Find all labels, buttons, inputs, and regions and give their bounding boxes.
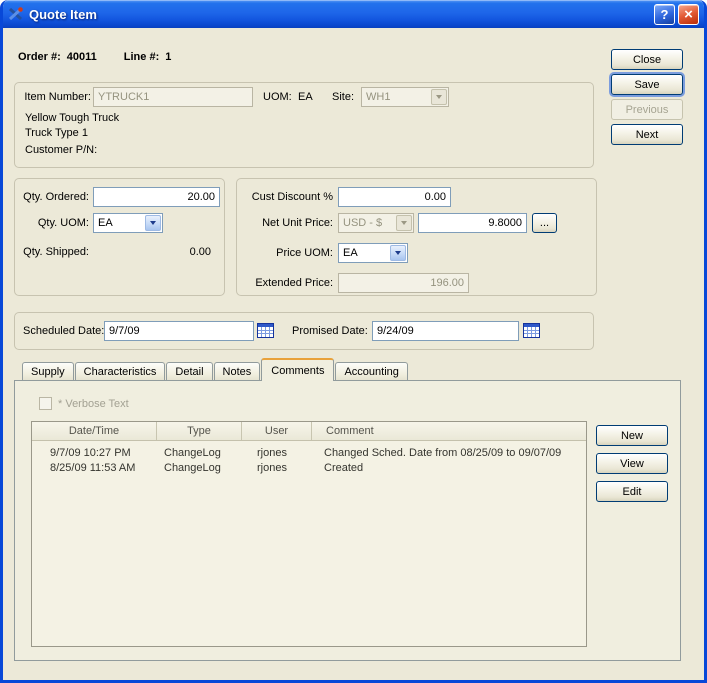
column-header-user[interactable]: User <box>242 422 312 440</box>
comment-text: Changed Sched. Date from 08/25/09 to 09/… <box>312 447 586 459</box>
tab-detail[interactable]: Detail <box>166 362 212 381</box>
close-button[interactable]: Close <box>611 49 683 70</box>
tab-notes[interactable]: Notes <box>214 362 261 381</box>
promised-date-input[interactable] <box>372 321 519 341</box>
tab-bar: Supply Characteristics Detail Notes Comm… <box>22 358 409 381</box>
item-number-field: YTRUCK1 <box>93 87 253 107</box>
qty-shipped-value: 0.00 <box>93 245 211 259</box>
currency-combo: USD - $ <box>338 213 414 233</box>
pricing-group: Cust Discount % Net Unit Price: USD - $ … <box>236 178 597 296</box>
column-header-datetime[interactable]: Date/Time <box>32 422 157 440</box>
dialog-content: Order #: 40011 Line #: 1 Close Save Prev… <box>3 28 704 680</box>
item-description-line2: Truck Type 1 <box>25 126 88 140</box>
quantity-group: Qty. Ordered: Qty. UOM: EA Qty. Shipped:… <box>14 178 225 296</box>
close-window-button[interactable]: × <box>678 4 699 25</box>
edit-comment-button[interactable]: Edit <box>596 481 668 502</box>
save-button[interactable]: Save <box>611 74 683 95</box>
promised-date-calendar-icon[interactable] <box>523 322 541 340</box>
comment-type: ChangeLog <box>157 447 242 459</box>
site-combo-arrow <box>431 89 447 105</box>
line-number-value: 1 <box>165 51 171 63</box>
dates-group: Scheduled Date: Promised Date: <box>14 312 594 350</box>
help-button[interactable]: ? <box>654 4 675 25</box>
scheduled-date-calendar-icon[interactable] <box>257 322 275 340</box>
price-list-button[interactable]: ... <box>532 213 557 233</box>
verbose-text-label: * Verbose Text <box>58 397 129 411</box>
scheduled-date-input[interactable] <box>104 321 254 341</box>
scheduled-date-label: Scheduled Date: <box>23 324 104 338</box>
extended-price-field: 196.00 <box>338 273 469 293</box>
order-number-label: Order #: <box>18 51 61 63</box>
tab-comments[interactable]: Comments <box>261 358 334 381</box>
extended-price-label: Extended Price: <box>241 276 333 290</box>
uom-label: UOM: <box>263 90 292 104</box>
line-number-label: Line #: <box>124 51 159 63</box>
column-header-type[interactable]: Type <box>157 422 242 440</box>
order-line-header: Order #: 40011 Line #: 1 <box>18 51 171 63</box>
qty-shipped-label: Qty. Shipped: <box>17 245 89 259</box>
uom-value: EA <box>298 90 313 104</box>
nav-button-stack: Close Save Previous Next <box>611 49 683 145</box>
comments-list-header: Date/Time Type User Comment <box>32 422 586 441</box>
tab-accounting[interactable]: Accounting <box>335 362 407 381</box>
window-title: Quote Item <box>29 7 651 22</box>
cust-discount-label: Cust Discount % <box>241 190 333 204</box>
comments-list[interactable]: Date/Time Type User Comment 9/7/09 10:27… <box>31 421 587 647</box>
comment-datetime: 9/7/09 10:27 PM <box>32 447 157 459</box>
comments-tab-panel: * Verbose Text Date/Time Type User Comme… <box>14 380 681 661</box>
price-uom-combo-arrow[interactable] <box>390 245 406 261</box>
site-label: Site: <box>332 90 354 104</box>
app-icon <box>8 6 24 22</box>
verbose-text-checkbox <box>39 397 52 410</box>
comment-user: rjones <box>242 447 312 459</box>
previous-button: Previous <box>611 99 683 120</box>
item-description-line1: Yellow Tough Truck <box>25 111 119 125</box>
price-uom-combo[interactable]: EA <box>338 243 408 263</box>
net-unit-price-label: Net Unit Price: <box>241 216 333 230</box>
view-comment-button[interactable]: View <box>596 453 668 474</box>
net-unit-price-input[interactable] <box>418 213 527 233</box>
comment-text: Created <box>312 462 586 474</box>
comment-row[interactable]: 8/25/09 11:53 AM ChangeLog rjones Create… <box>32 461 586 475</box>
titlebar: Quote Item ? × <box>3 0 704 28</box>
customer-pn-label: Customer P/N: <box>25 143 97 157</box>
new-comment-button[interactable]: New <box>596 425 668 446</box>
column-header-comment[interactable]: Comment <box>312 422 586 440</box>
comment-user: rjones <box>242 462 312 474</box>
quote-item-window: Quote Item ? × Order #: 40011 Line #: 1 … <box>0 0 707 683</box>
item-group: Item Number: YTRUCK1 UOM: EA Site: WH1 Y… <box>14 82 594 168</box>
qty-ordered-input[interactable] <box>93 187 220 207</box>
comment-type: ChangeLog <box>157 462 242 474</box>
next-button[interactable]: Next <box>611 124 683 145</box>
qty-uom-combo[interactable]: EA <box>93 213 163 233</box>
comment-row[interactable]: 9/7/09 10:27 PM ChangeLog rjones Changed… <box>32 446 586 460</box>
site-combo: WH1 <box>361 87 449 107</box>
cust-discount-input[interactable] <box>338 187 451 207</box>
promised-date-label: Promised Date: <box>292 324 368 338</box>
comments-list-body: 9/7/09 10:27 PM ChangeLog rjones Changed… <box>32 441 586 475</box>
qty-uom-label: Qty. UOM: <box>17 216 89 230</box>
currency-combo-arrow <box>396 215 412 231</box>
order-number-value: 40011 <box>67 51 97 63</box>
price-uom-label: Price UOM: <box>241 246 333 260</box>
tab-characteristics[interactable]: Characteristics <box>75 362 166 381</box>
qty-uom-combo-arrow[interactable] <box>145 215 161 231</box>
qty-ordered-label: Qty. Ordered: <box>17 190 89 204</box>
item-number-label: Item Number: <box>21 90 91 104</box>
comment-datetime: 8/25/09 11:53 AM <box>32 462 157 474</box>
tab-supply[interactable]: Supply <box>22 362 74 381</box>
